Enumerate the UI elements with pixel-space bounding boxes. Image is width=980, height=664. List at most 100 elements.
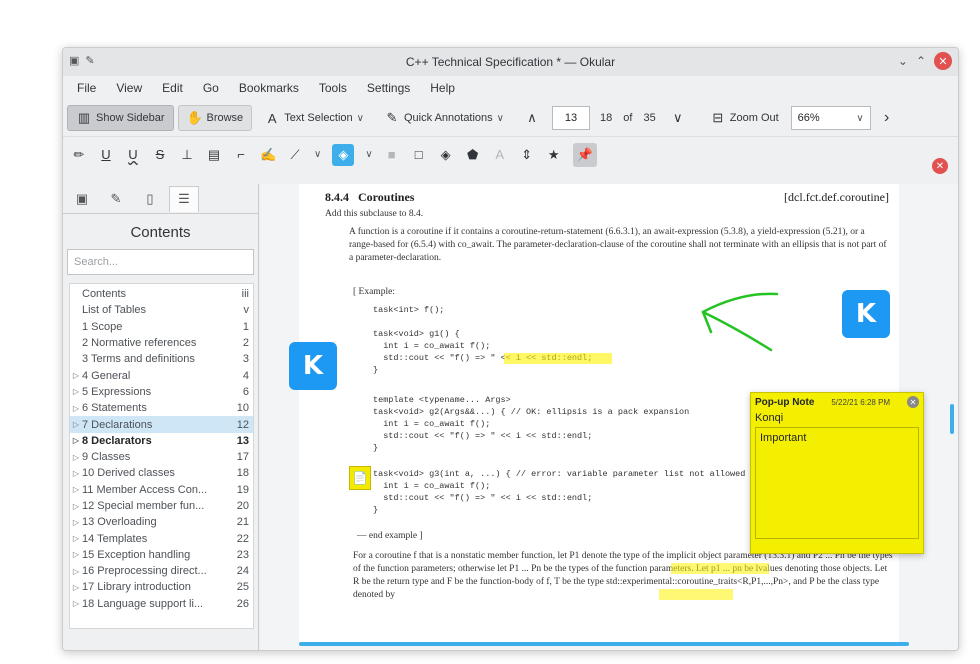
- expand-arrow-icon[interactable]: ▷: [70, 453, 82, 462]
- vertical-scrollbar[interactable]: [950, 404, 954, 434]
- popup-note-icon[interactable]: ⌐: [233, 147, 249, 162]
- toc-item[interactable]: ▷ 18 Language support li... 26: [70, 596, 253, 612]
- inline-note-icon[interactable]: ▤: [206, 147, 222, 163]
- expand-arrow-icon[interactable]: ▷: [70, 387, 82, 396]
- close-window-button[interactable]: ✕: [934, 52, 952, 70]
- toc-item[interactable]: 2 Normative references 2: [70, 335, 253, 351]
- pin-icon[interactable]: 📌: [572, 142, 597, 167]
- toc-item-current[interactable]: ▷ 8 Declarators 13: [70, 433, 253, 449]
- expand-arrow-icon[interactable]: ▷: [70, 583, 82, 592]
- color-picker-icon[interactable]: ◈: [438, 147, 454, 163]
- toc-item[interactable]: ▷ 10 Derived classes 18: [70, 465, 253, 481]
- toc-item[interactable]: ▷ 16 Preprocessing direct... 24: [70, 563, 253, 579]
- expand-arrow-icon[interactable]: ▷: [70, 518, 82, 527]
- expand-arrow-icon[interactable]: ▷: [70, 469, 82, 478]
- expand-arrow-icon[interactable]: ▷: [70, 550, 82, 559]
- opacity-icon[interactable]: ⇕: [519, 147, 535, 163]
- horizontal-scrollbar[interactable]: [299, 642, 909, 646]
- chevron-down-icon[interactable]: ∨: [314, 149, 321, 160]
- menu-edit[interactable]: Edit: [152, 81, 193, 95]
- toc-item[interactable]: ▷ 11 Member Access Con... 19: [70, 482, 253, 498]
- line-icon[interactable]: ⟋: [287, 147, 303, 163]
- toc-item[interactable]: ▷ 5 Expressions 6: [70, 384, 253, 400]
- kde-logo-stamp[interactable]: K: [842, 290, 890, 338]
- annotations-tab-icon[interactable]: ✎: [101, 186, 131, 212]
- popup-note[interactable]: Pop-up Note 5/22/21 6:28 PM ✕ Konqi Impo…: [750, 392, 924, 554]
- zoom-out-button[interactable]: ⊟ Zoom Out: [702, 105, 787, 131]
- rectangle-outline-icon[interactable]: □: [411, 147, 427, 162]
- pin-window-icon[interactable]: ✎: [85, 54, 94, 67]
- toc-item[interactable]: ▷ 17 Library introduction 25: [70, 579, 253, 595]
- toc-item[interactable]: ▷ 14 Templates 22: [70, 530, 253, 546]
- text-selection-button[interactable]: A Text Selection ∨: [256, 105, 372, 131]
- toc-item[interactable]: 3 Terms and definitions 3: [70, 351, 253, 367]
- menu-file[interactable]: File: [67, 81, 106, 95]
- zoom-select[interactable]: 66% ∨: [790, 106, 871, 130]
- toc-item[interactable]: List of Tables v: [70, 302, 253, 318]
- next-page-icon[interactable]: ∨: [670, 110, 686, 126]
- menu-help[interactable]: Help: [420, 81, 465, 95]
- app-icon[interactable]: ▣: [69, 54, 79, 67]
- toc-item[interactable]: ▷ 13 Overloading 21: [70, 514, 253, 530]
- star-icon[interactable]: ★: [546, 147, 562, 163]
- expand-arrow-icon[interactable]: ▷: [70, 567, 82, 576]
- toc-item[interactable]: 1 Scope 1: [70, 319, 253, 335]
- toc-item[interactable]: ▷ 4 General 4: [70, 367, 253, 383]
- shape-icon[interactable]: ◈: [332, 143, 355, 166]
- underline-icon[interactable]: U: [98, 147, 114, 162]
- menu-settings[interactable]: Settings: [357, 81, 420, 95]
- thumbnails-tab-icon[interactable]: ▣: [67, 186, 97, 212]
- close-annotation-toolbar-icon[interactable]: ✕: [932, 158, 948, 174]
- kde-logo-stamp[interactable]: K: [289, 342, 337, 390]
- minimize-button[interactable]: ⌄: [898, 54, 908, 68]
- toc-item[interactable]: ▷ 9 Classes 17: [70, 449, 253, 465]
- expand-arrow-icon[interactable]: ▷: [70, 371, 82, 380]
- expand-arrow-icon[interactable]: ▷: [70, 404, 82, 413]
- toc-item[interactable]: Contents iii: [70, 286, 253, 302]
- popup-note-text[interactable]: Important: [755, 427, 919, 539]
- expand-arrow-icon[interactable]: ▷: [70, 502, 82, 511]
- toc-item[interactable]: ▷ 15 Exception handling 23: [70, 547, 253, 563]
- menu-view[interactable]: View: [106, 81, 152, 95]
- expand-arrow-icon[interactable]: ▷: [70, 599, 82, 608]
- menu-tools[interactable]: Tools: [309, 81, 357, 95]
- freehand-arrow-annotation[interactable]: [691, 290, 781, 354]
- squiggle-icon[interactable]: U: [125, 147, 141, 162]
- menu-bookmarks[interactable]: Bookmarks: [229, 81, 309, 95]
- quick-annotations-button[interactable]: ✎ Quick Annotations ∨: [376, 105, 512, 131]
- text-highlight[interactable]: [504, 353, 612, 364]
- chevron-down-icon[interactable]: ∨: [365, 149, 372, 160]
- toc-page: v: [243, 304, 250, 317]
- toc-page: 21: [236, 516, 249, 529]
- toc-item[interactable]: ▷ 6 Statements 10: [70, 400, 253, 416]
- text-highlight[interactable]: [671, 563, 769, 574]
- expand-arrow-icon[interactable]: ▷: [70, 420, 82, 429]
- font-icon[interactable]: A: [492, 147, 508, 162]
- show-sidebar-button[interactable]: ▥ Show Sidebar: [67, 105, 174, 131]
- typewriter-icon[interactable]: ⊥: [179, 147, 195, 163]
- bookmarks-tab-icon[interactable]: ▯: [135, 186, 165, 212]
- sidebar-icon: ▥: [77, 110, 91, 125]
- toc-item-selected[interactable]: ▷ 7 Declarations 12: [70, 416, 253, 433]
- strikeout-icon[interactable]: S: [152, 147, 168, 162]
- text-highlight[interactable]: [659, 589, 733, 600]
- expand-arrow-icon[interactable]: ▷: [70, 485, 82, 494]
- freehand-line-icon[interactable]: ✍: [260, 147, 276, 163]
- highlighter-icon[interactable]: ✏: [71, 147, 87, 163]
- toc-item[interactable]: ▷ 12 Special member fun... 20: [70, 498, 253, 514]
- fill-color-icon[interactable]: ⬟: [465, 147, 481, 163]
- maximize-button[interactable]: ⌃: [916, 54, 926, 68]
- toc-label: 9 Classes: [82, 451, 131, 464]
- inline-note-icon[interactable]: 📄: [349, 466, 371, 490]
- popup-note-close-icon[interactable]: ✕: [907, 396, 919, 408]
- page-number-input[interactable]: 13: [552, 106, 590, 130]
- expand-arrow-icon[interactable]: ▷: [70, 534, 82, 543]
- toc-search-input[interactable]: Search...: [67, 249, 254, 275]
- browse-button[interactable]: ✋ Browse: [177, 105, 253, 131]
- rectangle-fill-icon[interactable]: ■: [384, 147, 400, 162]
- previous-page-icon[interactable]: ∧: [524, 110, 540, 126]
- expand-arrow-icon[interactable]: ▷: [70, 436, 82, 445]
- menu-go[interactable]: Go: [193, 81, 229, 95]
- contents-tab-icon[interactable]: ☰: [169, 185, 199, 212]
- toolbar-overflow-icon[interactable]: ›: [879, 109, 895, 127]
